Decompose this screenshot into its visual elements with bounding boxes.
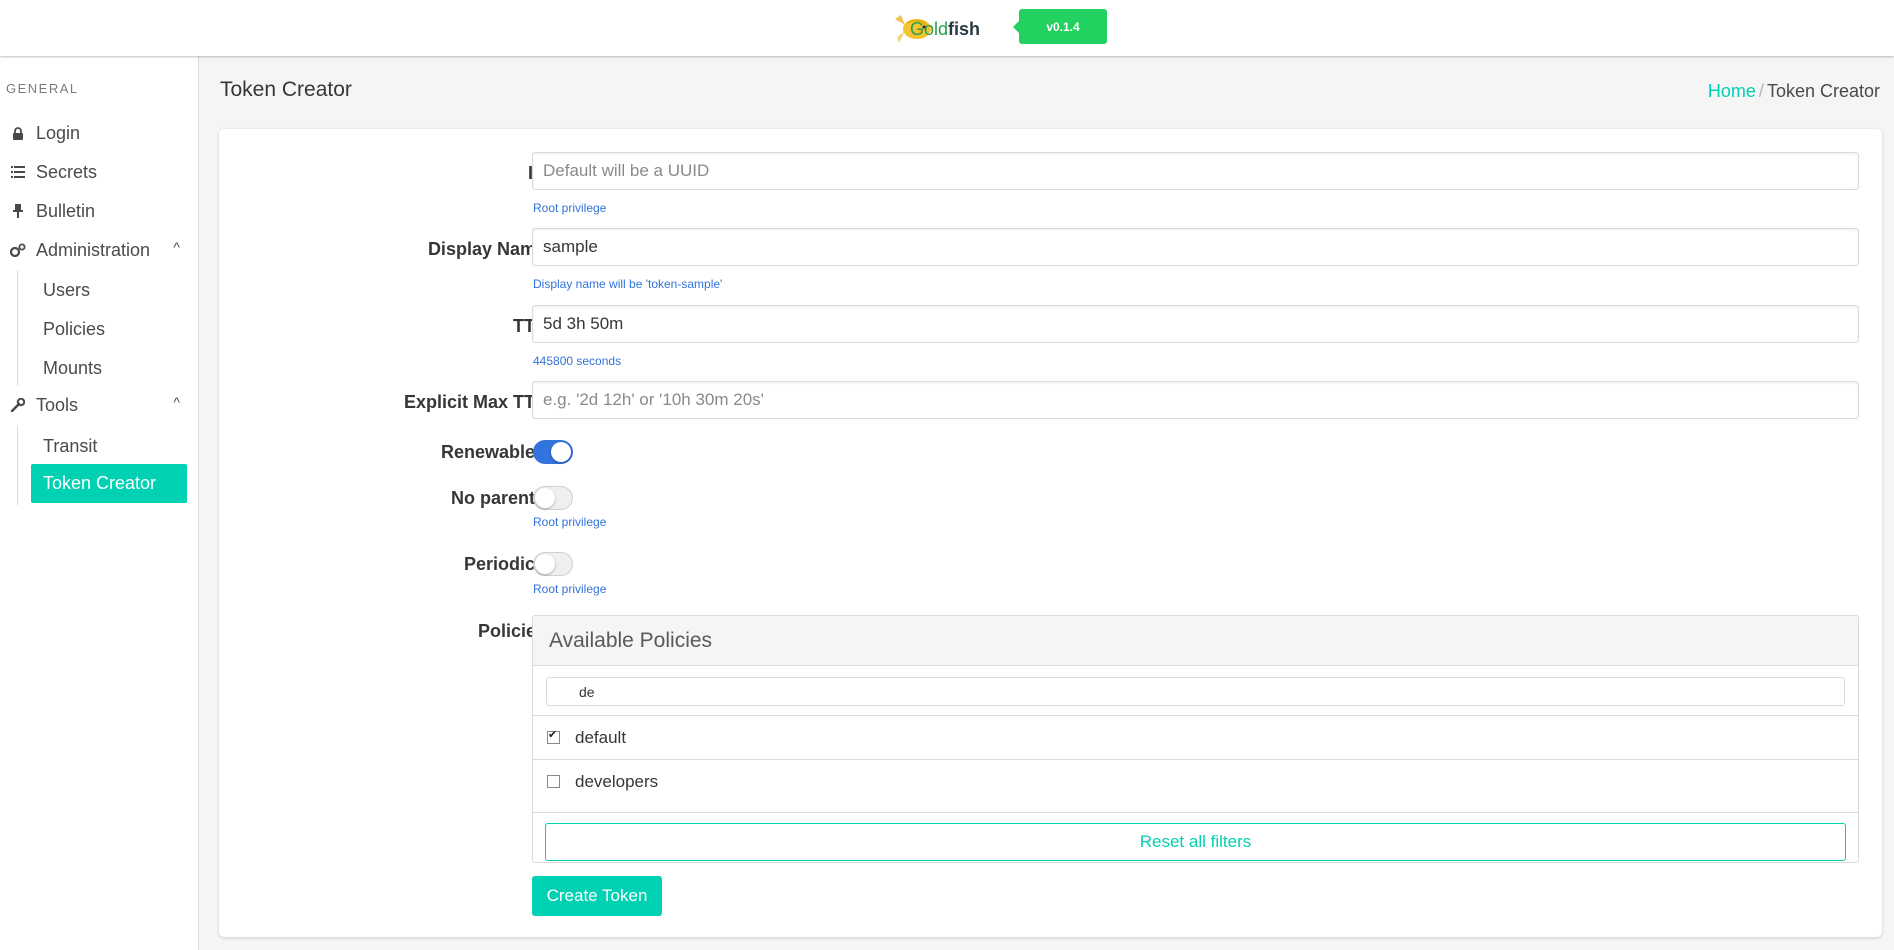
submenu-divider (17, 425, 18, 505)
sidebar-item-label: Tools (36, 394, 79, 415)
renewable-toggle[interactable] (533, 440, 573, 464)
sidebar-item-label: Bulletin (36, 200, 96, 221)
sidebar-item-tools[interactable]: Tools ^ (10, 388, 186, 422)
page-title: Token Creator (220, 78, 352, 101)
policy-name: developers (575, 771, 659, 791)
chevron-up-icon[interactable]: ^ (173, 239, 180, 255)
policy-row-default[interactable]: default (533, 715, 1858, 759)
ttl-input[interactable] (532, 305, 1859, 343)
no-parent-label: No parent? (450, 488, 546, 508)
display-name-input[interactable] (532, 228, 1859, 266)
toggle-knob (535, 554, 555, 574)
sidebar-item-users[interactable]: Users (31, 272, 187, 308)
sidebar-item-label: Login (36, 122, 81, 143)
no-parent-help-text: Root privilege (533, 515, 607, 529)
breadcrumb: Home / Token Creator (1708, 81, 1880, 102)
top-navbar: Goldfish v0.1.4 (0, 0, 1894, 56)
policies-panel: Available Policies default developers Re… (532, 615, 1859, 863)
token-form-card: ID Root privilege Display Name Display n… (219, 129, 1882, 937)
periodic-toggle[interactable] (533, 552, 573, 576)
policy-row-developers[interactable]: developers (533, 759, 1858, 803)
sidebar-item-label: Secrets (36, 161, 98, 182)
brand-name[interactable]: Goldfish (910, 19, 980, 40)
breadcrumb-current: Token Creator (1766, 81, 1880, 101)
policy-name: default (575, 727, 627, 747)
display-name-label: Display Name (427, 239, 546, 259)
wrench-icon (10, 397, 26, 413)
max-ttl-label: Explicit Max TTL (403, 392, 546, 412)
ttl-help-text: 445800 seconds (533, 354, 622, 368)
brand-gold: Gold (910, 19, 949, 39)
sidebar-item-policies[interactable]: Policies (31, 311, 187, 347)
sidebar-item-mounts[interactable]: Mounts (31, 350, 187, 386)
sidebar-item-bulletin[interactable]: Bulletin (10, 194, 186, 228)
breadcrumb-separator: / (1758, 81, 1764, 101)
policy-checkbox[interactable] (547, 775, 560, 788)
policy-checkbox[interactable] (547, 728, 560, 744)
policies-panel-heading: Available Policies (533, 616, 1858, 666)
sidebar-item-label: Administration (36, 239, 151, 260)
display-name-help-text: Display name will be 'token-sample' (533, 277, 723, 291)
no-parent-toggle[interactable] (533, 486, 573, 510)
reset-filters-button[interactable]: Reset all filters (545, 823, 1846, 861)
sidebar-item-secrets[interactable]: Secrets (10, 155, 186, 189)
renewable-label: Renewable? (440, 442, 546, 462)
chevron-up-icon[interactable]: ^ (173, 394, 180, 410)
toggle-knob (551, 442, 571, 462)
sidebar: GENERAL Login Secrets Bulletin Administr… (0, 56, 199, 950)
cogs-icon (10, 242, 26, 258)
max-ttl-input[interactable] (532, 381, 1859, 419)
id-help-text: Root privilege (533, 201, 607, 215)
sidebar-item-transit[interactable]: Transit (31, 428, 187, 464)
policy-search-input[interactable] (546, 677, 1845, 706)
toggle-knob (535, 488, 555, 508)
version-badge: v0.1.4 (1013, 9, 1107, 44)
periodic-help-text: Root privilege (533, 582, 607, 596)
sidebar-item-login[interactable]: Login (10, 116, 186, 150)
main-content: Token Creator Home/Token Creator ID Root… (199, 56, 1894, 950)
submenu-divider (17, 270, 18, 386)
brand-fish: fish (948, 19, 981, 39)
create-token-button[interactable]: Create Token (532, 876, 662, 916)
list-icon (10, 164, 26, 180)
menu-section-label: GENERAL (6, 81, 79, 96)
lock-icon (10, 125, 26, 141)
sidebar-item-token-creator[interactable]: Token Creator (31, 464, 187, 503)
breadcrumb-home-link[interactable]: Home (1708, 81, 1756, 101)
id-input[interactable] (532, 152, 1859, 190)
policies-panel-footer: Reset all filters (533, 812, 1858, 863)
pin-icon (10, 203, 26, 219)
sidebar-item-administration[interactable]: Administration ^ (10, 233, 186, 267)
